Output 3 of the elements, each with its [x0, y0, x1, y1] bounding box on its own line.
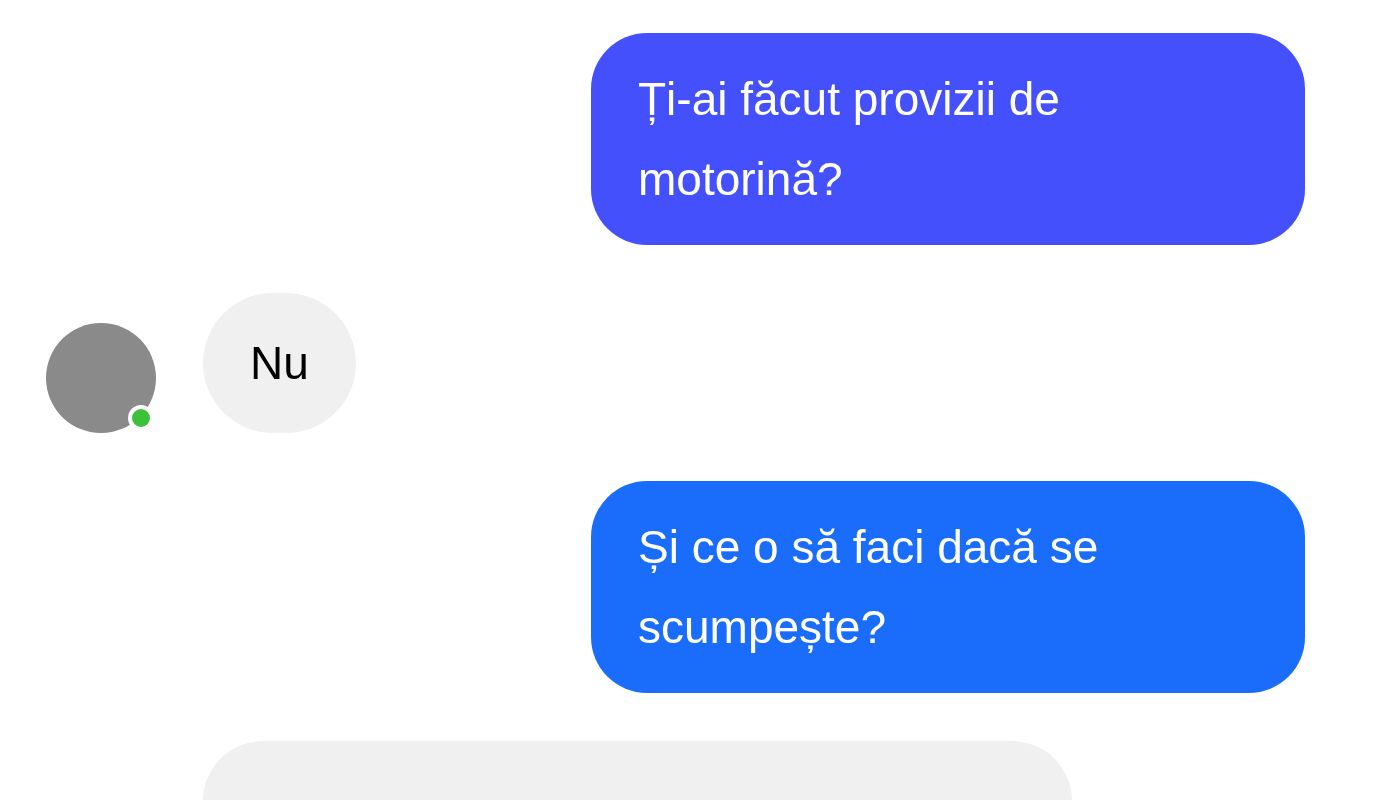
message-bubble: Nu	[203, 293, 356, 433]
message-bubble: Și ce o să faci dacă se scumpește?	[591, 481, 1305, 693]
message-bubble: Ți-ai făcut provizii de motorină?	[591, 33, 1305, 245]
